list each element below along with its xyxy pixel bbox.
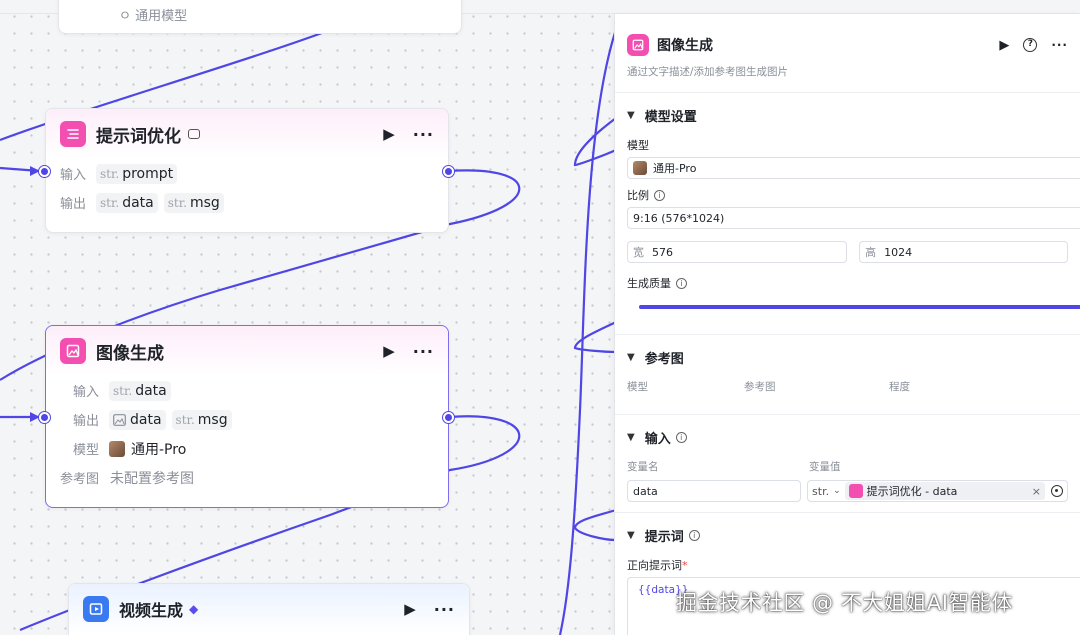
output-tag: data: [109, 409, 166, 430]
input-tag: str. prompt: [96, 163, 178, 184]
variable-name-input[interactable]: data: [627, 480, 802, 502]
panel-more-button[interactable]: ···: [1051, 38, 1068, 52]
model-value: 通用-Pro: [131, 441, 187, 458]
type-select[interactable]: str.: [812, 485, 829, 498]
width-input[interactable]: 宽 576: [627, 241, 848, 263]
quality-slider[interactable]: [639, 305, 1080, 309]
output-label: 输出: [60, 197, 87, 212]
output-tag: str. data: [96, 192, 158, 213]
node-header: 提示词优化 ▶ ···: [46, 109, 448, 159]
section-header[interactable]: ▼ 模型设置: [627, 93, 1068, 137]
run-node-button[interactable]: ▶: [999, 38, 1009, 53]
ref-label: 参考图: [60, 472, 100, 487]
variable-reference-chip: 提示词优化 - data ×: [844, 482, 1045, 500]
reference-section: ▼ 参考图 模型 参考图 程度: [615, 334, 1080, 414]
input-port[interactable]: [39, 166, 50, 177]
input-columns: 变量名 变量值: [627, 461, 841, 473]
input-label: 输入: [73, 385, 100, 400]
target-icon[interactable]: [1051, 485, 1063, 497]
chevron-down-icon: ▼: [627, 529, 635, 541]
node-ref-row: 参考图 未配置参考图: [46, 463, 448, 492]
node-header: 图像生成 ▶ ···: [46, 326, 448, 376]
node-header: 视频生成 ◆ ▶ ···: [69, 584, 469, 634]
section-header[interactable]: ▼ 提示词 i: [627, 513, 1068, 557]
panel-header: 图像生成 ▶ ? ··· 通过文字描述/添加参考图生成图片: [615, 14, 1080, 92]
close-icon[interactable]: ×: [1032, 485, 1041, 498]
image-icon: [113, 413, 126, 426]
list-icon: [60, 121, 86, 147]
node-more-button[interactable]: ···: [434, 600, 455, 619]
node-input-row: 输入 str. data: [46, 376, 448, 405]
info-icon: i: [654, 189, 665, 201]
node-prompt-optimize[interactable]: 提示词优化 ▶ ··· 输入 str. prompt 输出 str. data st…: [45, 108, 449, 233]
info-icon: i: [676, 277, 687, 289]
node-video-generate[interactable]: 视频生成 ◆ ▶ ···: [68, 583, 470, 635]
node-title: 视频生成: [119, 601, 184, 620]
model-label: 模型: [73, 443, 100, 458]
ref-value: 未配置参考图: [110, 470, 194, 487]
node-output-row: 输出 data str. msg: [46, 405, 448, 434]
node-config-panel: 图像生成 ▶ ? ··· 通过文字描述/添加参考图生成图片 ▼ 模型设置 模型 通…: [614, 14, 1080, 635]
chevron-down-icon: ⌄: [833, 486, 841, 496]
input-section: ▼ 输入 i 变量名 变量值 data str. ⌄ 提示词优化 - data ×: [615, 414, 1080, 512]
node-partial-text: ㅇ 通用模型: [119, 9, 188, 24]
node-more-button[interactable]: ···: [413, 125, 434, 144]
image-icon: [627, 34, 649, 56]
panel-title: 图像生成: [657, 38, 713, 54]
watermark: 掘金技术社区 @ 不大姐姐AI智能体: [676, 591, 1013, 615]
model-field-label: 模型: [627, 139, 649, 152]
info-icon: i: [688, 529, 700, 541]
run-node-button[interactable]: ▶: [404, 600, 416, 618]
variable-value-select[interactable]: str. ⌄ 提示词优化 - data ×: [807, 480, 1068, 502]
node-model-row: 模型 通用-Pro: [46, 434, 448, 463]
quality-field-label: 生成质量 i: [627, 275, 1068, 291]
run-node-button[interactable]: ▶: [383, 342, 395, 360]
help-icon[interactable]: ?: [1023, 38, 1038, 52]
panel-subtitle: 通过文字描述/添加参考图生成图片: [627, 66, 789, 78]
node-title: 图像生成: [96, 343, 164, 364]
chevron-down-icon: ▼: [627, 351, 635, 363]
link-icon: [188, 129, 200, 139]
node-output-row: 输出 str. data str. msg: [46, 188, 448, 217]
output-tag: str. msg: [163, 192, 224, 213]
image-icon: [60, 338, 86, 364]
output-tag: str. msg: [171, 409, 232, 430]
output-label: 输出: [73, 414, 100, 429]
input-port[interactable]: [39, 412, 50, 423]
section-header[interactable]: ▼ 参考图: [627, 335, 1068, 379]
positive-prompt-label: 正向提示词*: [627, 559, 688, 572]
list-icon: [848, 484, 863, 498]
node-more-button[interactable]: ···: [413, 342, 434, 361]
model-select[interactable]: 通用-Pro: [627, 157, 1080, 179]
reference-columns: 模型 参考图 程度: [627, 381, 910, 393]
model-settings-section: ▼ 模型设置 模型 通用-Pro 比例 i 9:16 (576*1024) 宽 576…: [615, 92, 1080, 334]
chevron-down-icon: ▼: [627, 109, 635, 121]
ratio-field-label: 比例 i: [627, 187, 1068, 203]
diamond-icon: ◆: [189, 602, 199, 616]
node-title: 提示词优化: [96, 126, 181, 147]
video-icon: [83, 596, 109, 622]
node-input-row: 输入 str. prompt: [46, 159, 448, 188]
height-input[interactable]: 高 1024: [859, 241, 1068, 263]
output-port[interactable]: [443, 166, 454, 177]
run-node-button[interactable]: ▶: [383, 125, 395, 143]
input-tag: str. data: [109, 380, 171, 401]
model-avatar: [109, 440, 125, 457]
input-label: 输入: [60, 168, 87, 183]
node-image-generate[interactable]: 图像生成 ▶ ··· 输入 str. data 输出 data str. msg 模…: [45, 325, 449, 508]
info-icon: i: [675, 431, 687, 443]
ratio-select[interactable]: 9:16 (576*1024): [627, 207, 1080, 229]
chevron-down-icon: ▼: [627, 431, 635, 443]
quality-slider-fill: [639, 305, 1080, 309]
output-port[interactable]: [443, 412, 454, 423]
node-card-partial[interactable]: ㅇ 通用模型: [58, 0, 462, 34]
section-header[interactable]: ▼ 输入 i: [627, 415, 1068, 459]
